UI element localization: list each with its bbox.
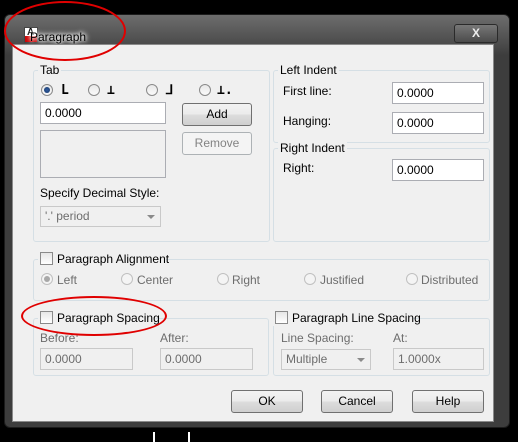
align-justified-radio[interactable] — [304, 273, 316, 285]
align-distributed-radio[interactable] — [406, 273, 418, 285]
cancel-button[interactable]: Cancel — [321, 390, 393, 413]
align-left-label: Left — [57, 273, 78, 287]
align-center-radio[interactable] — [121, 273, 133, 285]
tab-left-radio[interactable] — [41, 84, 53, 96]
tab-value-input[interactable]: 0.0000 — [40, 102, 166, 124]
first-line-label: First line: — [283, 84, 332, 98]
hanging-label: Hanging: — [283, 114, 332, 128]
decimal-style-select[interactable]: '.' period — [40, 206, 161, 227]
line-spacing-checkbox[interactable] — [275, 311, 288, 324]
line-spacing-header: Paragraph Line Spacing — [273, 310, 421, 326]
before-input[interactable]: 0.0000 — [40, 348, 133, 370]
desktop-artifact — [153, 432, 155, 442]
align-center-label: Center — [137, 273, 174, 287]
left-tab-icon: L — [61, 83, 69, 98]
alignment-label: Paragraph Alignment — [57, 252, 170, 266]
spacing-annotation-circle — [21, 296, 167, 336]
desktop-artifact — [188, 432, 190, 442]
help-button[interactable]: Help — [412, 390, 484, 413]
at-label: At: — [393, 331, 408, 345]
add-button[interactable]: Add — [182, 103, 252, 126]
hanging-input[interactable]: 0.0000 — [392, 112, 484, 134]
right-indent-label: Right Indent — [278, 141, 347, 155]
decimal-style-value: '.' period — [45, 209, 90, 223]
remove-button[interactable]: Remove — [182, 132, 252, 155]
after-label: After: — [160, 331, 189, 345]
after-input[interactable]: 0.0000 — [160, 348, 253, 370]
line-spacing-label: Paragraph Line Spacing — [292, 311, 421, 325]
chevron-down-icon — [147, 215, 155, 219]
center-tab-icon: ⊥ — [107, 83, 115, 98]
alignment-checkbox[interactable] — [40, 252, 53, 265]
right-indent-input[interactable]: 0.0000 — [392, 159, 484, 181]
tab-group-label: Tab — [38, 63, 62, 77]
line-spacing-field-label: Line Spacing: — [281, 331, 354, 345]
align-distributed-label: Distributed — [421, 273, 479, 287]
align-right-radio[interactable] — [217, 273, 229, 285]
decimal-tab-icon: ⊥. — [217, 83, 233, 98]
close-button[interactable]: X — [454, 24, 498, 43]
tab-right-radio[interactable] — [146, 84, 158, 96]
left-indent-label: Left Indent — [278, 63, 339, 77]
tab-center-radio[interactable] — [88, 84, 100, 96]
title-annotation-circle — [4, 1, 126, 61]
chevron-down-icon — [357, 358, 365, 362]
at-input[interactable]: 1.0000x — [393, 348, 484, 370]
align-left-radio[interactable] — [41, 273, 53, 285]
line-spacing-value: Multiple — [286, 352, 328, 366]
alignment-header: Paragraph Alignment — [38, 251, 170, 267]
tab-decimal-radio[interactable] — [199, 84, 211, 96]
tab-stops-list[interactable] — [40, 130, 166, 178]
line-spacing-select[interactable]: Multiple — [281, 349, 371, 370]
decimal-style-label: Specify Decimal Style: — [40, 186, 160, 200]
align-justified-label: Justified — [320, 273, 365, 287]
align-right-label: Right — [232, 273, 261, 287]
right-label: Right: — [283, 161, 315, 175]
right-tab-icon: ⅃ — [166, 83, 174, 98]
first-line-input[interactable]: 0.0000 — [392, 82, 484, 104]
ok-button[interactable]: OK — [231, 390, 303, 413]
